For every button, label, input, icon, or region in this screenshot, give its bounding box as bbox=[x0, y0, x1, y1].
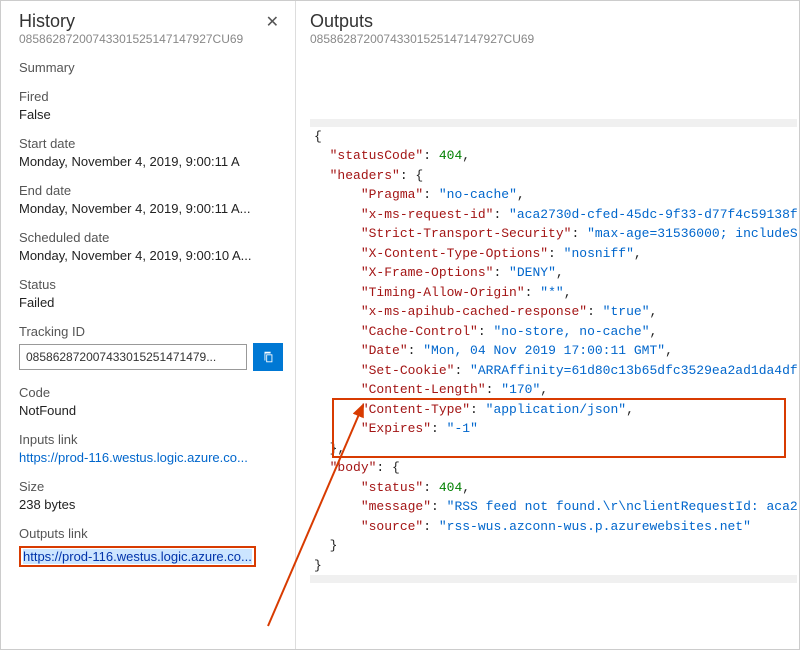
fired-label: Fired bbox=[19, 89, 283, 104]
tracking-id-input[interactable]: 085862872007433015251471479... bbox=[19, 344, 247, 370]
history-title: History bbox=[19, 11, 75, 32]
outputs-link-label: Outputs link bbox=[19, 526, 283, 541]
outputs-id: 08586287200743301525147147927CU69 bbox=[310, 32, 797, 46]
fired-value: False bbox=[19, 107, 283, 122]
code-label: Code bbox=[19, 385, 283, 400]
outputs-title: Outputs bbox=[310, 11, 373, 32]
scheduled-date-value: Monday, November 4, 2019, 9:00:10 A... bbox=[19, 248, 283, 263]
inputs-link[interactable]: https://prod-116.westus.logic.azure.co..… bbox=[19, 450, 279, 465]
history-panel: History ✕ 08586287200743301525147147927C… bbox=[1, 1, 296, 649]
start-date-value: Monday, November 4, 2019, 9:00:11 A bbox=[19, 154, 283, 169]
start-date-label: Start date bbox=[19, 136, 283, 151]
tracking-id-label: Tracking ID bbox=[19, 324, 283, 339]
size-label: Size bbox=[19, 479, 283, 494]
end-date-label: End date bbox=[19, 183, 283, 198]
history-id: 08586287200743301525147147927CU69 bbox=[19, 32, 283, 46]
code-value: NotFound bbox=[19, 403, 283, 418]
summary-label: Summary bbox=[19, 60, 283, 75]
scheduled-date-label: Scheduled date bbox=[19, 230, 283, 245]
outputs-link-highlight: https://prod-116.westus.logic.azure.co..… bbox=[19, 546, 256, 567]
status-label: Status bbox=[19, 277, 283, 292]
outputs-panel: Outputs 08586287200743301525147147927CU6… bbox=[296, 1, 799, 649]
close-icon[interactable]: ✕ bbox=[262, 12, 283, 32]
status-value: Failed bbox=[19, 295, 283, 310]
copy-icon bbox=[261, 350, 275, 364]
copy-button[interactable] bbox=[253, 343, 283, 371]
json-content: { "statusCode": 404, "headers": { "Pragm… bbox=[310, 119, 797, 584]
size-value: 238 bytes bbox=[19, 497, 283, 512]
json-viewer[interactable]: { "statusCode": 404, "headers": { "Pragm… bbox=[310, 60, 797, 622]
outputs-link[interactable]: https://prod-116.westus.logic.azure.co..… bbox=[23, 549, 252, 564]
end-date-value: Monday, November 4, 2019, 9:00:11 A... bbox=[19, 201, 283, 216]
inputs-link-label: Inputs link bbox=[19, 432, 283, 447]
